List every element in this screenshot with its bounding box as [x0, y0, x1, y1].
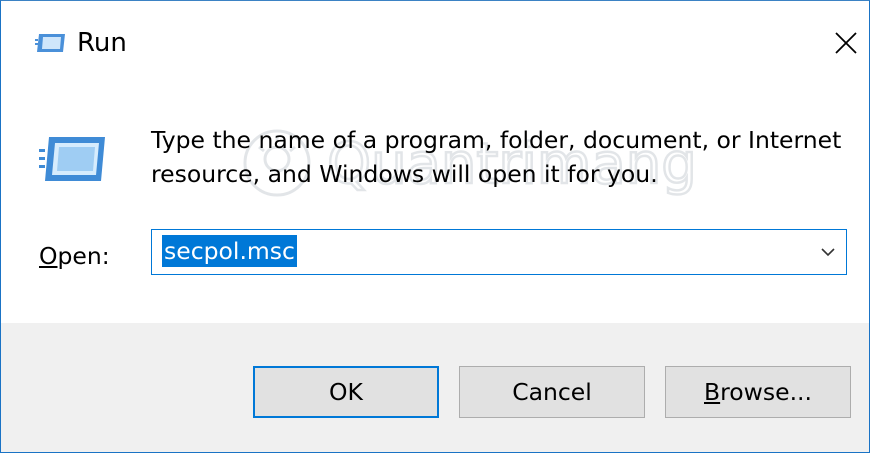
browse-label: rowse...: [720, 378, 812, 406]
open-combobox[interactable]: secpol.msc: [151, 229, 847, 275]
cancel-button[interactable]: Cancel: [459, 366, 645, 418]
run-dialog: Run Quantrimang Type the name of a progr…: [0, 0, 870, 453]
title-bar[interactable]: Run: [1, 1, 869, 73]
window-title: Run: [77, 28, 127, 58]
open-label-mnemonic: O: [39, 242, 58, 270]
dialog-description: Type the name of a program, folder, docu…: [151, 126, 842, 188]
close-icon[interactable]: [823, 21, 867, 65]
browse-button[interactable]: Browse...: [665, 366, 851, 418]
dialog-content: Quantrimang Type the name of a program, …: [1, 73, 869, 323]
chevron-down-icon[interactable]: [818, 242, 838, 262]
run-app-icon: [39, 137, 105, 181]
open-label: Open:: [39, 239, 110, 273]
ok-button[interactable]: OK: [253, 366, 439, 418]
button-bar: OK Cancel Browse...: [1, 323, 869, 452]
open-label-text: pen:: [57, 242, 110, 270]
open-input[interactable]: secpol.msc: [162, 235, 297, 267]
run-icon: [35, 34, 65, 52]
browse-mnemonic: B: [704, 378, 721, 406]
